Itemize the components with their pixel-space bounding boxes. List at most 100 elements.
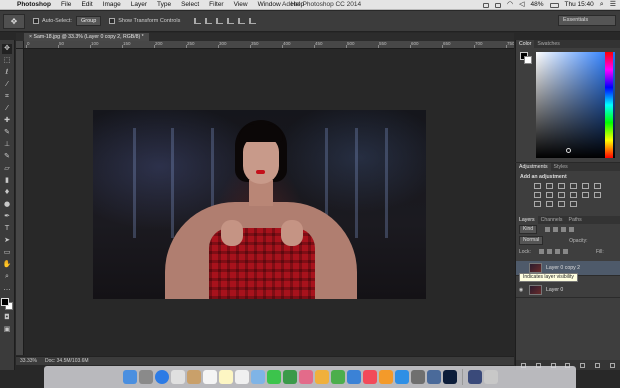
photos-icon[interactable] xyxy=(298,370,313,384)
auto-select-checkbox[interactable] xyxy=(33,18,39,24)
menu-file[interactable]: File xyxy=(56,0,76,10)
chrome-icon[interactable] xyxy=(314,370,329,384)
calendar-icon[interactable] xyxy=(202,370,217,384)
photo-filter-icon[interactable] xyxy=(558,192,565,198)
menu-layer[interactable]: Layer xyxy=(126,0,152,10)
finder-icon[interactable] xyxy=(122,370,137,384)
gradient-map-icon[interactable] xyxy=(558,201,565,207)
battery-percent[interactable]: 48% xyxy=(531,0,544,10)
history-brush-tool-icon[interactable]: ✎ xyxy=(2,152,12,162)
layer-thumbnail[interactable] xyxy=(529,263,542,273)
invert-icon[interactable] xyxy=(594,192,601,198)
ruler-origin[interactable] xyxy=(16,41,24,49)
rectangle-tool-icon[interactable]: ▭ xyxy=(2,248,12,258)
wifi-icon[interactable]: ◠ xyxy=(507,0,513,10)
launchpad-icon[interactable] xyxy=(138,370,153,384)
facetime-icon[interactable] xyxy=(282,370,297,384)
panel-color-swatches[interactable] xyxy=(520,52,534,66)
messages-icon[interactable] xyxy=(266,370,281,384)
eye-icon[interactable]: ◉ xyxy=(516,287,526,293)
ibooks-icon[interactable] xyxy=(378,370,393,384)
hue-saturation-icon[interactable] xyxy=(594,183,601,189)
posterize-icon[interactable] xyxy=(534,201,541,207)
panel-background-swatch[interactable] xyxy=(524,56,532,64)
menu-edit[interactable]: Edit xyxy=(76,0,97,10)
app-store-icon[interactable] xyxy=(394,370,409,384)
eraser-tool-icon[interactable]: ▱ xyxy=(2,164,12,174)
canvas-area[interactable] xyxy=(25,49,514,355)
spotlight-icon[interactable]: ⌕ xyxy=(600,0,604,10)
lock-pixels-icon[interactable] xyxy=(546,249,552,254)
filter-shape-icon[interactable] xyxy=(569,227,575,232)
preview-icon[interactable] xyxy=(426,370,441,384)
new-layer-icon[interactable] xyxy=(595,362,601,368)
notes-icon[interactable] xyxy=(218,370,233,384)
menu-view[interactable]: View xyxy=(229,0,253,10)
document-image[interactable] xyxy=(93,110,426,299)
color-balance-icon[interactable] xyxy=(534,192,541,198)
quick-select-tool-icon[interactable]: ⁄ xyxy=(2,80,12,90)
document-tab[interactable]: × Sam-18.jpg @ 33.3% (Layer 0 copy 2, RG… xyxy=(24,33,149,41)
layer-kind-filter[interactable]: Kind xyxy=(519,225,538,234)
document-size[interactable]: Doc: 34.5M/103.6M xyxy=(45,357,89,365)
filter-adjustment-icon[interactable] xyxy=(553,227,559,232)
selective-color-icon[interactable] xyxy=(570,201,577,207)
menu-photoshop[interactable]: Photoshop xyxy=(12,0,56,10)
clone-stamp-tool-icon[interactable]: ⊥ xyxy=(2,140,12,150)
healing-brush-tool-icon[interactable]: ✚ xyxy=(2,116,12,126)
notification-center-icon[interactable]: ☰ xyxy=(610,0,616,10)
path-selection-tool-icon[interactable]: ➤ xyxy=(2,236,12,246)
type-tool-icon[interactable]: T xyxy=(2,224,12,234)
foreground-color-swatch[interactable] xyxy=(1,298,9,306)
maps-icon[interactable] xyxy=(250,370,265,384)
auto-select-dropdown[interactable]: Group xyxy=(75,16,102,26)
align-center-icon[interactable] xyxy=(238,18,246,24)
layer-thumbnail[interactable] xyxy=(529,285,542,295)
layer-name[interactable]: Layer 0 xyxy=(546,287,563,293)
tab-swatches[interactable]: Swatches xyxy=(534,40,563,48)
black-white-icon[interactable] xyxy=(546,192,553,198)
quick-mask-icon[interactable]: ◘ xyxy=(2,313,12,323)
brightness-contrast-icon[interactable] xyxy=(534,183,541,189)
color-swatches[interactable] xyxy=(1,298,13,310)
align-right-icon[interactable] xyxy=(249,18,257,24)
menu-type[interactable]: Type xyxy=(152,0,176,10)
gradient-tool-icon[interactable]: ▮ xyxy=(2,176,12,186)
tab-channels[interactable]: Channels xyxy=(538,216,566,224)
color-lookup-icon[interactable] xyxy=(582,192,589,198)
menu-select[interactable]: Select xyxy=(176,0,204,10)
screen-mode-icon[interactable]: ▣ xyxy=(2,325,12,335)
blur-tool-icon[interactable]: ♦ xyxy=(2,188,12,198)
vibrance-icon[interactable] xyxy=(582,183,589,189)
new-group-icon[interactable] xyxy=(580,362,586,368)
reminders-icon[interactable] xyxy=(234,370,249,384)
tab-paths[interactable]: Paths xyxy=(566,216,585,224)
menu-filter[interactable]: Filter xyxy=(204,0,228,10)
tab-layers[interactable]: Layers xyxy=(516,216,538,224)
align-bottom-icon[interactable] xyxy=(216,18,224,24)
hand-tool-icon[interactable]: ✋ xyxy=(2,260,12,270)
saturation-brightness-picker[interactable] xyxy=(536,52,615,158)
system-preferences-icon[interactable] xyxy=(410,370,425,384)
zoom-tool-icon[interactable]: ⌕ xyxy=(2,272,12,282)
vertical-ruler[interactable] xyxy=(16,49,24,355)
lock-all-icon[interactable] xyxy=(562,249,568,254)
levels-icon[interactable] xyxy=(546,183,553,189)
dropbox-icon[interactable] xyxy=(483,2,489,8)
clock[interactable]: Thu 15:40 xyxy=(565,0,594,10)
itunes-icon[interactable] xyxy=(362,370,377,384)
battery-icon[interactable] xyxy=(549,2,559,8)
blend-mode-dropdown[interactable]: Normal xyxy=(519,236,544,245)
show-transform-checkbox[interactable] xyxy=(109,18,116,24)
safari-icon[interactable] xyxy=(154,370,169,384)
photoshop-app-icon[interactable] xyxy=(442,370,457,384)
move-tool-preset-icon[interactable]: ✥ xyxy=(3,13,25,29)
layer-row[interactable]: ◉ Layer 0 xyxy=(516,283,620,298)
lock-position-icon[interactable] xyxy=(554,249,560,254)
align-top-icon[interactable] xyxy=(194,18,202,24)
align-middle-icon[interactable] xyxy=(205,18,213,24)
hue-slider[interactable] xyxy=(605,52,613,158)
filter-pixel-icon[interactable] xyxy=(545,227,551,232)
lock-transparent-icon[interactable] xyxy=(538,249,544,254)
pen-tool-icon[interactable]: ✒ xyxy=(2,212,12,222)
